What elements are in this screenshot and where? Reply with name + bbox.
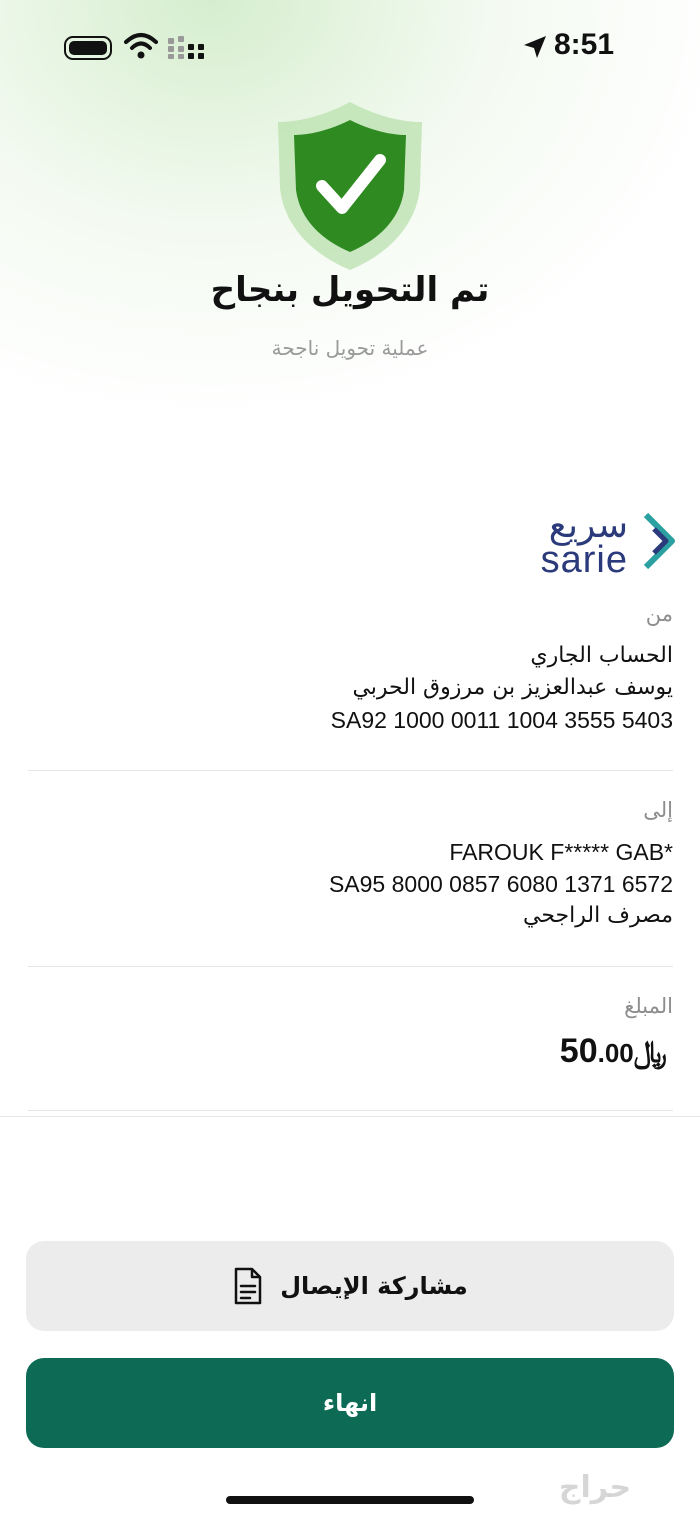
watermark: حراج [558, 1470, 632, 1505]
status-time: 8:51 [554, 28, 615, 61]
page-title: تم التحويل بنجاح [210, 270, 490, 310]
page-subtitle: عملية تحويل ناجحة [271, 336, 429, 360]
amount-label: المبلغ [624, 994, 673, 1018]
share-receipt-label: مشاركة الإيصال [280, 1272, 468, 1300]
signal-icon [168, 36, 204, 59]
share-receipt-button[interactable]: مشاركة الإيصال [26, 1241, 674, 1331]
divider [28, 966, 673, 967]
amount-value: ﷼ 50.00 [28, 1032, 673, 1071]
location-arrow-icon [524, 36, 546, 58]
from-section: من الحساب الجاري يوسف عبدالعزيز بن مرزوق… [28, 602, 673, 736]
wifi-icon [124, 33, 158, 59]
amount-section: المبلغ ﷼ 50.00 [28, 994, 673, 1071]
from-label: من [645, 602, 673, 626]
to-bank: مصرف الراجحي [522, 903, 673, 928]
from-iban: SA92 1000 0011 1004 3555 5403 [330, 707, 673, 733]
divider [28, 770, 673, 771]
to-iban: SA95 8000 0857 6080 1371 6572 [328, 871, 673, 897]
finish-label: انهاء [322, 1389, 378, 1417]
battery-icon [64, 36, 112, 60]
divider [28, 1110, 673, 1111]
to-name: FAROUK F***** GAB* [449, 839, 673, 865]
finish-button[interactable]: انهاء [26, 1358, 674, 1448]
success-shield-icon [278, 102, 422, 270]
from-name: يوسف عبدالعزيز بن مرزوق الحربي [352, 675, 673, 700]
from-account-type: الحساب الجاري [530, 643, 673, 668]
amount-integer: 50 [559, 1032, 598, 1070]
status-bar: 8:51 [0, 0, 700, 96]
sarie-mark-icon [643, 512, 675, 570]
document-icon [234, 1267, 262, 1305]
amount-decimal: .00 [597, 1038, 634, 1068]
divider [0, 1116, 700, 1117]
sarie-logo: سريع sarie [541, 505, 678, 581]
home-indicator[interactable] [226, 1496, 474, 1504]
to-section: إلى FAROUK F***** GAB* SA95 8000 0857 60… [28, 798, 673, 932]
to-label: إلى [643, 798, 673, 822]
logo-latin-text: sarie [540, 539, 628, 581]
currency-symbol: ﷼ [633, 1035, 667, 1070]
